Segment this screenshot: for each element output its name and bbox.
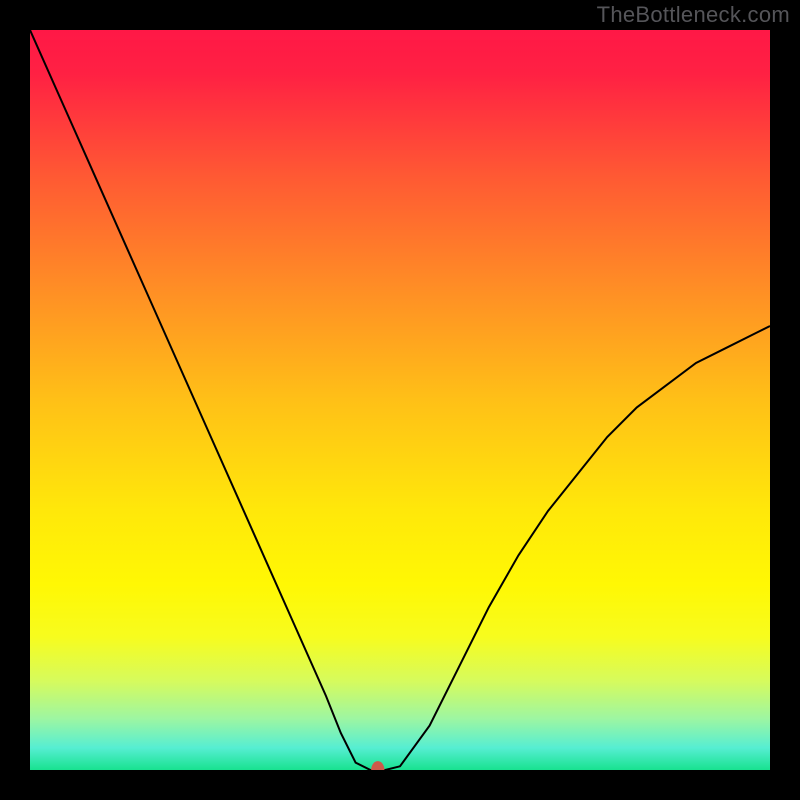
watermark-text: TheBottleneck.com: [597, 2, 790, 28]
plot-area: [30, 30, 770, 770]
chart-background: [30, 30, 770, 770]
chart-frame: TheBottleneck.com: [0, 0, 800, 800]
chart-svg: [30, 30, 770, 770]
